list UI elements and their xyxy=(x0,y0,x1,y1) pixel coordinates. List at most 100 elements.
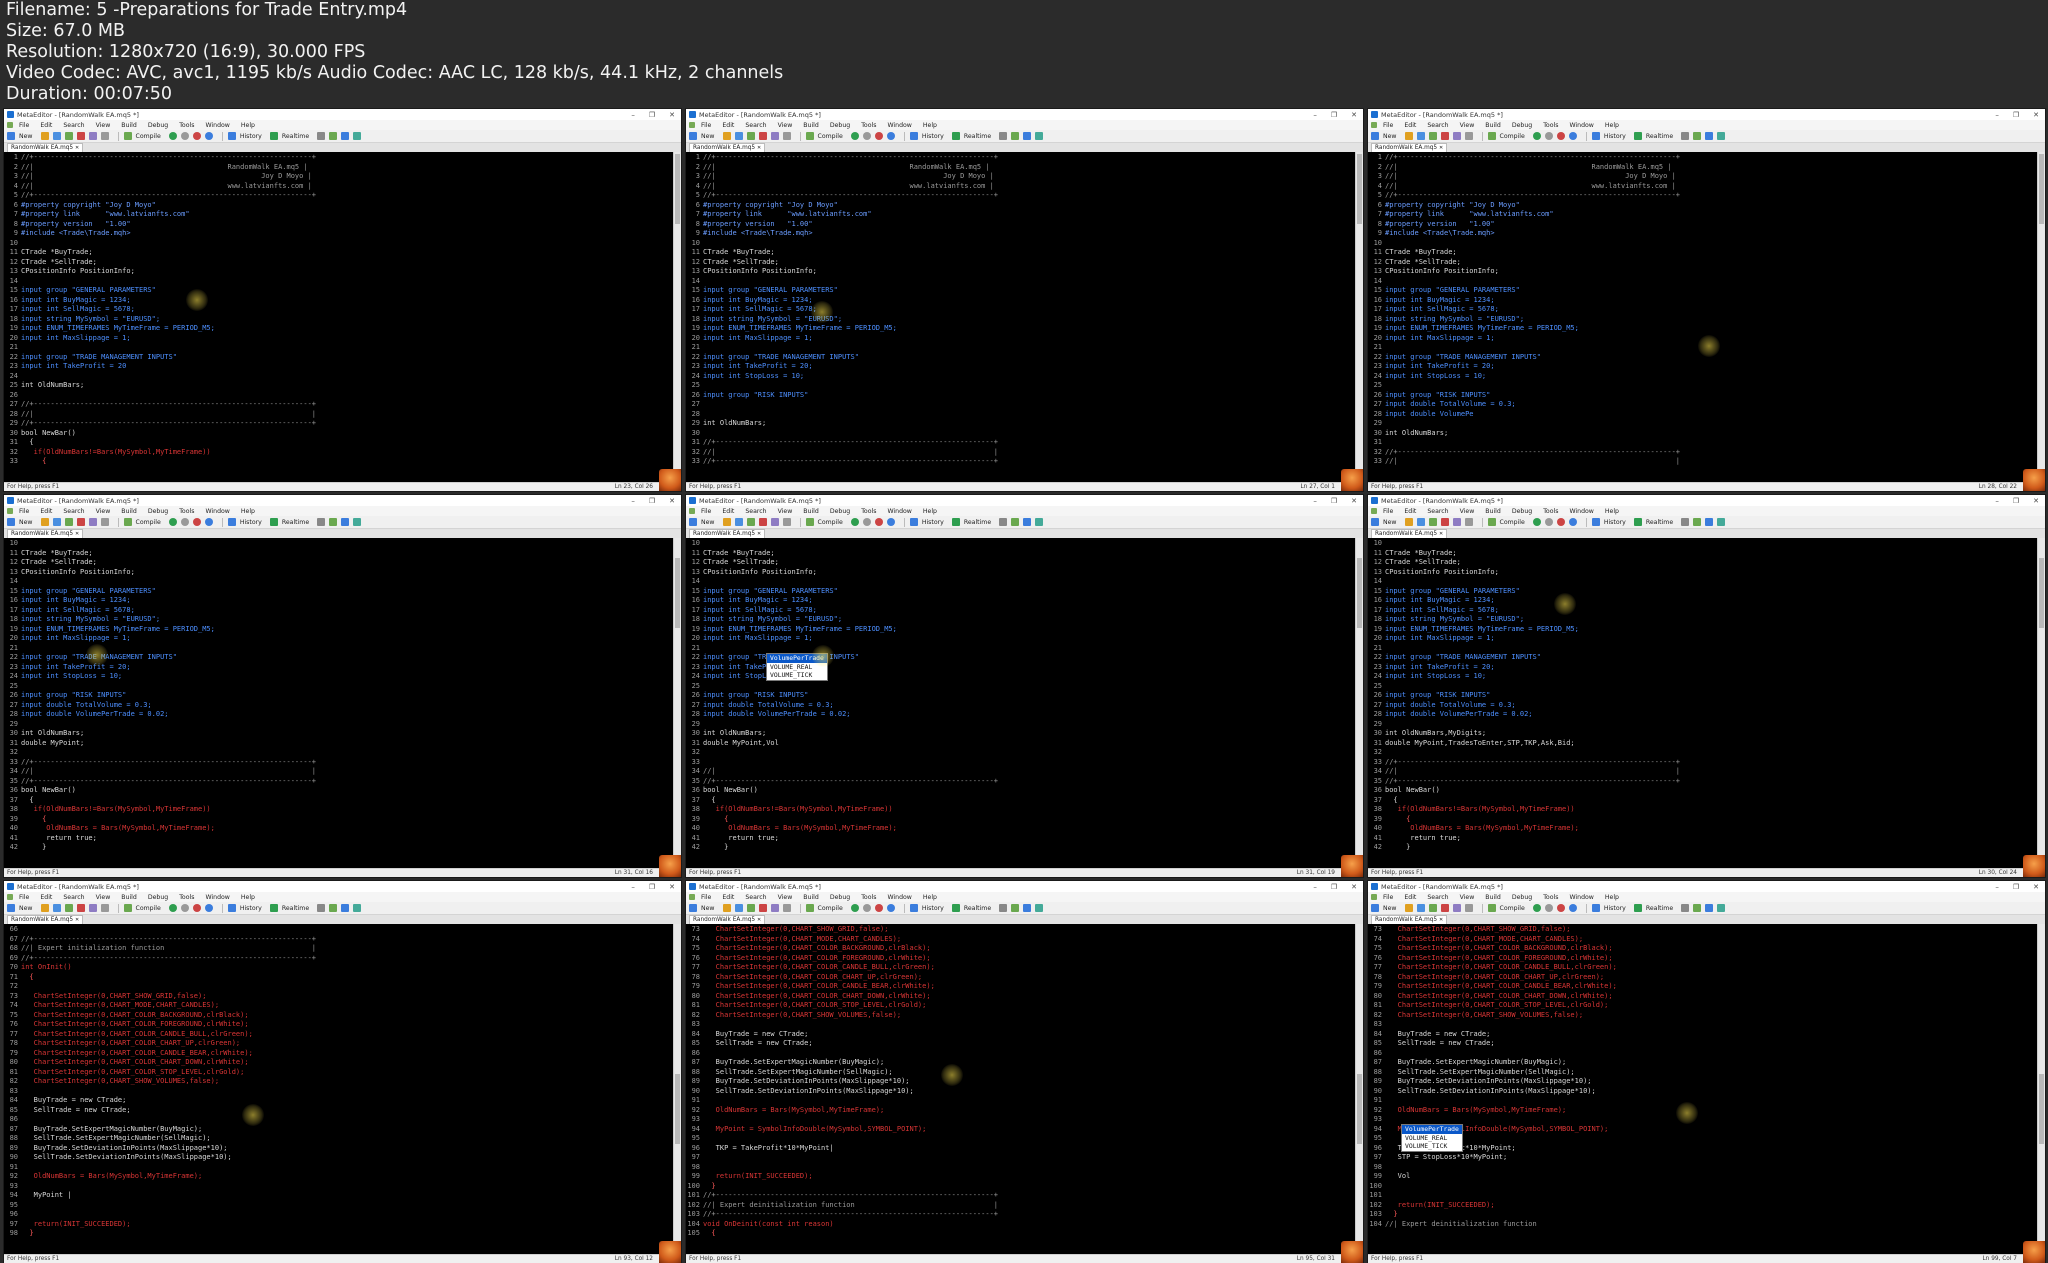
menu-search[interactable]: Search xyxy=(1427,894,1448,901)
menu-edit[interactable]: Edit xyxy=(40,508,52,515)
realtime-icon[interactable] xyxy=(269,518,278,526)
stop-icon[interactable] xyxy=(1556,518,1565,526)
compile-icon[interactable] xyxy=(805,904,814,912)
pause-icon[interactable] xyxy=(862,904,871,912)
minimize-icon[interactable]: – xyxy=(631,883,635,891)
menu-build[interactable]: Build xyxy=(121,508,137,515)
scrollbar-thumb[interactable] xyxy=(2039,558,2044,628)
minimize-icon[interactable]: – xyxy=(631,497,635,505)
menu-edit[interactable]: Edit xyxy=(722,894,734,901)
find-icon[interactable] xyxy=(88,132,97,140)
step-icon[interactable] xyxy=(1568,132,1577,140)
grid-icon[interactable] xyxy=(1693,518,1702,526)
compile-button[interactable]: Compile xyxy=(818,905,843,912)
redo-icon[interactable] xyxy=(758,132,767,140)
vertical-scrollbar[interactable] xyxy=(673,152,681,482)
menu-debug[interactable]: Debug xyxy=(830,508,850,515)
save-icon[interactable] xyxy=(1416,518,1425,526)
menu-search[interactable]: Search xyxy=(1427,508,1448,515)
pause-icon[interactable] xyxy=(1544,904,1553,912)
window-icon[interactable] xyxy=(317,904,326,912)
menu-window[interactable]: Window xyxy=(887,894,911,901)
copy-icon[interactable] xyxy=(1464,132,1473,140)
step-icon[interactable] xyxy=(1568,904,1577,912)
new-file-icon[interactable] xyxy=(1371,132,1379,140)
help-icon[interactable] xyxy=(1035,904,1044,912)
minimize-icon[interactable]: – xyxy=(1313,497,1317,505)
history-button[interactable]: History xyxy=(922,905,944,912)
menu-help[interactable]: Help xyxy=(923,508,937,515)
undo-icon[interactable] xyxy=(746,518,755,526)
undo-icon[interactable] xyxy=(64,904,73,912)
window-icon[interactable] xyxy=(999,904,1008,912)
menu-build[interactable]: Build xyxy=(121,122,137,129)
compile-icon[interactable] xyxy=(123,904,132,912)
menu-edit[interactable]: Edit xyxy=(1404,122,1416,129)
menu-debug[interactable]: Debug xyxy=(1512,894,1532,901)
pause-icon[interactable] xyxy=(180,132,189,140)
menu-window[interactable]: Window xyxy=(205,508,229,515)
realtime-icon[interactable] xyxy=(1633,518,1642,526)
tab-randomwalk-ea[interactable]: RandomWalk EA.mq5 ✕ xyxy=(689,529,766,538)
menu-tools[interactable]: Tools xyxy=(1543,122,1558,129)
copy-icon[interactable] xyxy=(1464,904,1473,912)
step-icon[interactable] xyxy=(886,518,895,526)
settings-icon[interactable] xyxy=(341,132,350,140)
history-icon[interactable] xyxy=(1591,904,1600,912)
copy-icon[interactable] xyxy=(782,132,791,140)
realtime-button[interactable]: Realtime xyxy=(1646,905,1673,912)
window-icon[interactable] xyxy=(317,518,326,526)
grid-icon[interactable] xyxy=(329,904,338,912)
menu-view[interactable]: View xyxy=(778,894,793,901)
grid-icon[interactable] xyxy=(1011,132,1020,140)
copy-icon[interactable] xyxy=(100,132,109,140)
tab-randomwalk-ea[interactable]: RandomWalk EA.mq5 ✕ xyxy=(689,915,766,924)
menu-search[interactable]: Search xyxy=(1427,122,1448,129)
play-icon[interactable] xyxy=(168,132,177,140)
new-button[interactable]: New xyxy=(19,133,33,140)
compile-button[interactable]: Compile xyxy=(1500,905,1525,912)
tab-randomwalk-ea[interactable]: RandomWalk EA.mq5 ✕ xyxy=(1371,529,1448,538)
window-icon[interactable] xyxy=(999,518,1008,526)
settings-icon[interactable] xyxy=(1023,132,1032,140)
tab-randomwalk-ea[interactable]: RandomWalk EA.mq5 ✕ xyxy=(7,143,84,152)
compile-button[interactable]: Compile xyxy=(136,133,161,140)
menu-view[interactable]: View xyxy=(96,122,111,129)
compile-icon[interactable] xyxy=(805,518,814,526)
save-icon[interactable] xyxy=(1416,132,1425,140)
restore-icon[interactable]: ❐ xyxy=(1331,497,1337,505)
window-icon[interactable] xyxy=(1681,132,1690,140)
history-icon[interactable] xyxy=(1591,518,1600,526)
copy-icon[interactable] xyxy=(100,904,109,912)
tab-randomwalk-ea[interactable]: RandomWalk EA.mq5 ✕ xyxy=(1371,143,1448,152)
close-icon[interactable]: ✕ xyxy=(669,883,675,891)
menu-file[interactable]: File xyxy=(1383,894,1393,901)
compile-button[interactable]: Compile xyxy=(1500,519,1525,526)
menu-search[interactable]: Search xyxy=(63,122,84,129)
menu-window[interactable]: Window xyxy=(205,122,229,129)
menu-file[interactable]: File xyxy=(19,508,29,515)
grid-icon[interactable] xyxy=(1693,904,1702,912)
copy-icon[interactable] xyxy=(782,518,791,526)
new-button[interactable]: New xyxy=(701,133,715,140)
history-icon[interactable] xyxy=(909,132,918,140)
pause-icon[interactable] xyxy=(180,518,189,526)
menu-view[interactable]: View xyxy=(1460,122,1475,129)
close-icon[interactable]: ✕ xyxy=(2033,111,2039,119)
menu-window[interactable]: Window xyxy=(205,894,229,901)
menu-debug[interactable]: Debug xyxy=(1512,508,1532,515)
new-button[interactable]: New xyxy=(19,905,33,912)
menu-file[interactable]: File xyxy=(701,122,711,129)
play-icon[interactable] xyxy=(850,132,859,140)
restore-icon[interactable]: ❐ xyxy=(649,111,655,119)
help-icon[interactable] xyxy=(1717,904,1726,912)
compile-button[interactable]: Compile xyxy=(136,905,161,912)
close-tab-icon[interactable]: ✕ xyxy=(1439,531,1443,537)
new-button[interactable]: New xyxy=(1383,133,1397,140)
copy-icon[interactable] xyxy=(100,518,109,526)
menu-search[interactable]: Search xyxy=(63,894,84,901)
realtime-icon[interactable] xyxy=(951,518,960,526)
stop-icon[interactable] xyxy=(874,904,883,912)
open-folder-icon[interactable] xyxy=(1404,518,1413,526)
realtime-button[interactable]: Realtime xyxy=(1646,133,1673,140)
